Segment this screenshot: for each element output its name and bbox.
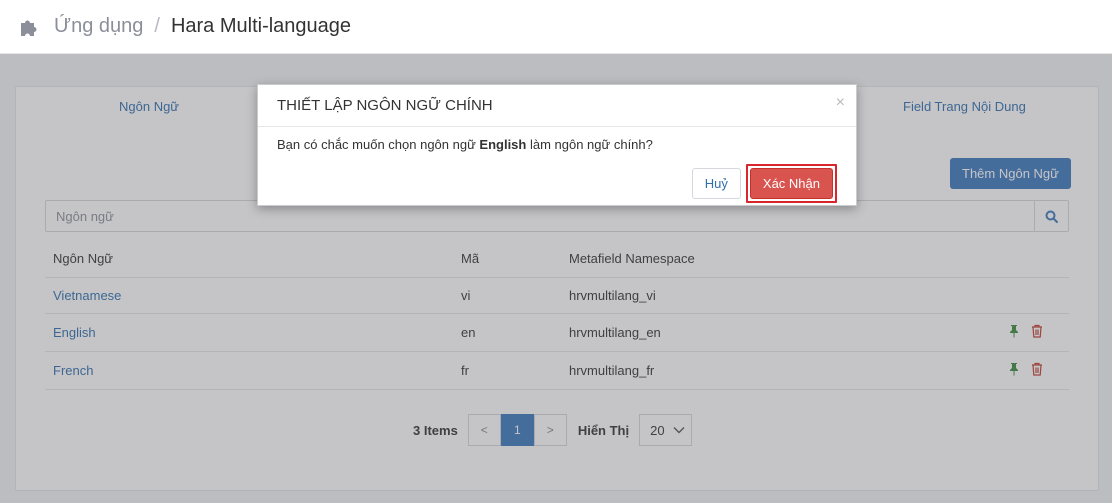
- confirm-highlight: Xác Nhận: [745, 164, 837, 203]
- page-title: Hara Multi-language: [170, 15, 352, 37]
- puzzle-icon: [18, 16, 40, 38]
- breadcrumb-app-link[interactable]: Ứng dụng: [54, 15, 143, 38]
- breadcrumb-separator: /: [154, 15, 160, 37]
- modal-footer: Huỷ Xác Nhận: [691, 164, 837, 203]
- modal-message-prefix: Bạn có chắc muốn chọn ngôn ngữ: [277, 137, 480, 152]
- modal-title: THIẾT LẬP NGÔN NGỮ CHÍNH: [277, 97, 493, 114]
- cancel-button[interactable]: Huỷ: [691, 168, 741, 199]
- modal-message: Bạn có chắc muốn chọn ngôn ngữ English l…: [258, 127, 856, 152]
- modal-message-language: English: [479, 137, 527, 152]
- close-icon[interactable]: ×: [836, 94, 845, 112]
- set-primary-language-dialog: THIẾT LẬP NGÔN NGỮ CHÍNH × Bạn có chắc m…: [257, 84, 857, 206]
- modal-message-suffix: làm ngôn ngữ chính?: [526, 137, 653, 152]
- breadcrumb: Ứng dụng / Hara Multi-language: [0, 0, 1112, 54]
- modal-header: THIẾT LẬP NGÔN NGỮ CHÍNH ×: [258, 85, 856, 127]
- confirm-button[interactable]: Xác Nhận: [749, 168, 833, 199]
